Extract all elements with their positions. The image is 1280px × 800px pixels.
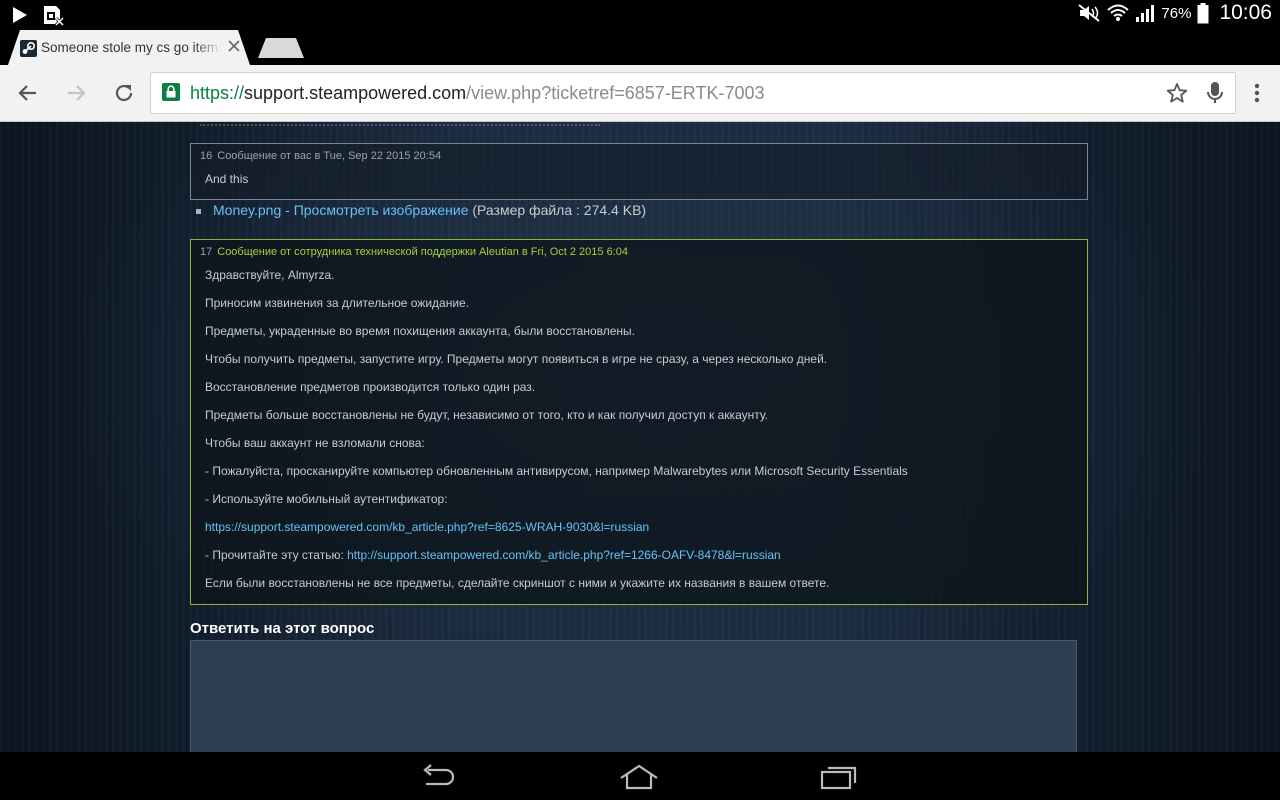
view-image-link[interactable]: Просмотреть изображение [294, 202, 469, 218]
page-content[interactable]: 16 Сообщение от вас в Tue, Sep 22 2015 20… [0, 122, 1280, 752]
android-nav-bar [0, 752, 1280, 800]
message-line: Чтобы получить предметы, запустите игру.… [205, 352, 828, 366]
steam-favicon-icon [20, 40, 37, 57]
message-line: Приносим извинения за длительное ожидани… [205, 296, 470, 310]
sim-icon [44, 6, 64, 26]
article-line: - Прочитайте эту статью: http://support.… [205, 548, 781, 562]
browser-tab[interactable]: Someone stole my cs go items [8, 30, 250, 65]
message-line: Если были восстановлены не все предметы,… [205, 576, 830, 590]
authenticator-link-line: https://support.steampowered.com/kb_arti… [205, 520, 649, 534]
close-tab-icon[interactable] [227, 39, 241, 53]
bookmark-star-icon[interactable] [1166, 82, 1188, 104]
message-body: And this [205, 172, 249, 186]
attachment-size: (Размер файла : 274.4 KB) [468, 202, 647, 218]
tab-strip: Someone stole my cs go items [0, 27, 1280, 65]
home-nav-icon[interactable] [619, 764, 659, 790]
reload-icon[interactable] [112, 81, 136, 105]
wifi-icon [1107, 4, 1130, 21]
overflow-menu-icon[interactable] [1247, 82, 1267, 104]
mute-icon [1078, 4, 1101, 22]
forward-icon[interactable] [64, 81, 88, 105]
message-header: 16 Сообщение от вас в Tue, Sep 22 2015 20… [200, 150, 442, 162]
url-text[interactable]: https://support.steampowered.com/view.ph… [190, 83, 765, 104]
message-line: - Пожалуйста, просканируйте компьютер об… [205, 464, 908, 478]
tab-title: Someone stole my cs go items [41, 40, 221, 55]
signal-icon [1136, 5, 1155, 22]
new-tab-button[interactable] [258, 38, 304, 58]
back-icon[interactable] [16, 81, 40, 105]
reply-textarea[interactable] [190, 640, 1077, 752]
user-message: 16 Сообщение от вас в Tue, Sep 22 2015 20… [190, 143, 1088, 200]
message-line: Предметы больше восстановлены не будут, … [205, 408, 768, 422]
back-nav-icon[interactable] [420, 764, 456, 790]
clock: 10:06 [1219, 1, 1272, 24]
article-kb-link[interactable]: http://support.steampowered.com/kb_artic… [347, 548, 781, 562]
address-bar[interactable]: https://support.steampowered.com/view.ph… [150, 72, 1236, 114]
message-header: 17 Сообщение от сотрудника технической по… [200, 246, 628, 258]
message-line: Здравствуйте, Almyrza. [205, 268, 335, 282]
authenticator-kb-link[interactable]: https://support.steampowered.com/kb_arti… [205, 520, 649, 534]
reply-heading: Ответить на этот вопрос [190, 620, 375, 637]
battery-icon [1197, 2, 1209, 23]
recents-nav-icon[interactable] [820, 764, 858, 790]
battery-percent: 76% [1161, 4, 1192, 22]
cut-off-text [200, 122, 600, 126]
message-line: Предметы, украденные во время похищения … [205, 324, 636, 338]
message-line: - Используйте мобильный аутентификатор: [205, 492, 448, 506]
bullet-icon [196, 208, 201, 214]
play-icon [13, 7, 27, 23]
message-line: Восстановление предметов производится то… [205, 380, 536, 394]
status-bar: 76% 10:06 [0, 0, 1280, 27]
support-message: 17 Сообщение от сотрудника технической по… [190, 239, 1088, 605]
attachment-separator[interactable]: - [281, 202, 293, 218]
microphone-icon[interactable] [1204, 81, 1226, 105]
message-line: Чтобы ваш аккаунт не взломали снова: [205, 436, 425, 450]
attachment-file-link[interactable]: Money.png [213, 202, 281, 218]
browser-toolbar: https://support.steampowered.com/view.ph… [0, 65, 1280, 122]
lock-icon[interactable] [162, 83, 180, 101]
attachment-item: Money.png - Просмотреть изображение (Раз… [196, 202, 646, 218]
